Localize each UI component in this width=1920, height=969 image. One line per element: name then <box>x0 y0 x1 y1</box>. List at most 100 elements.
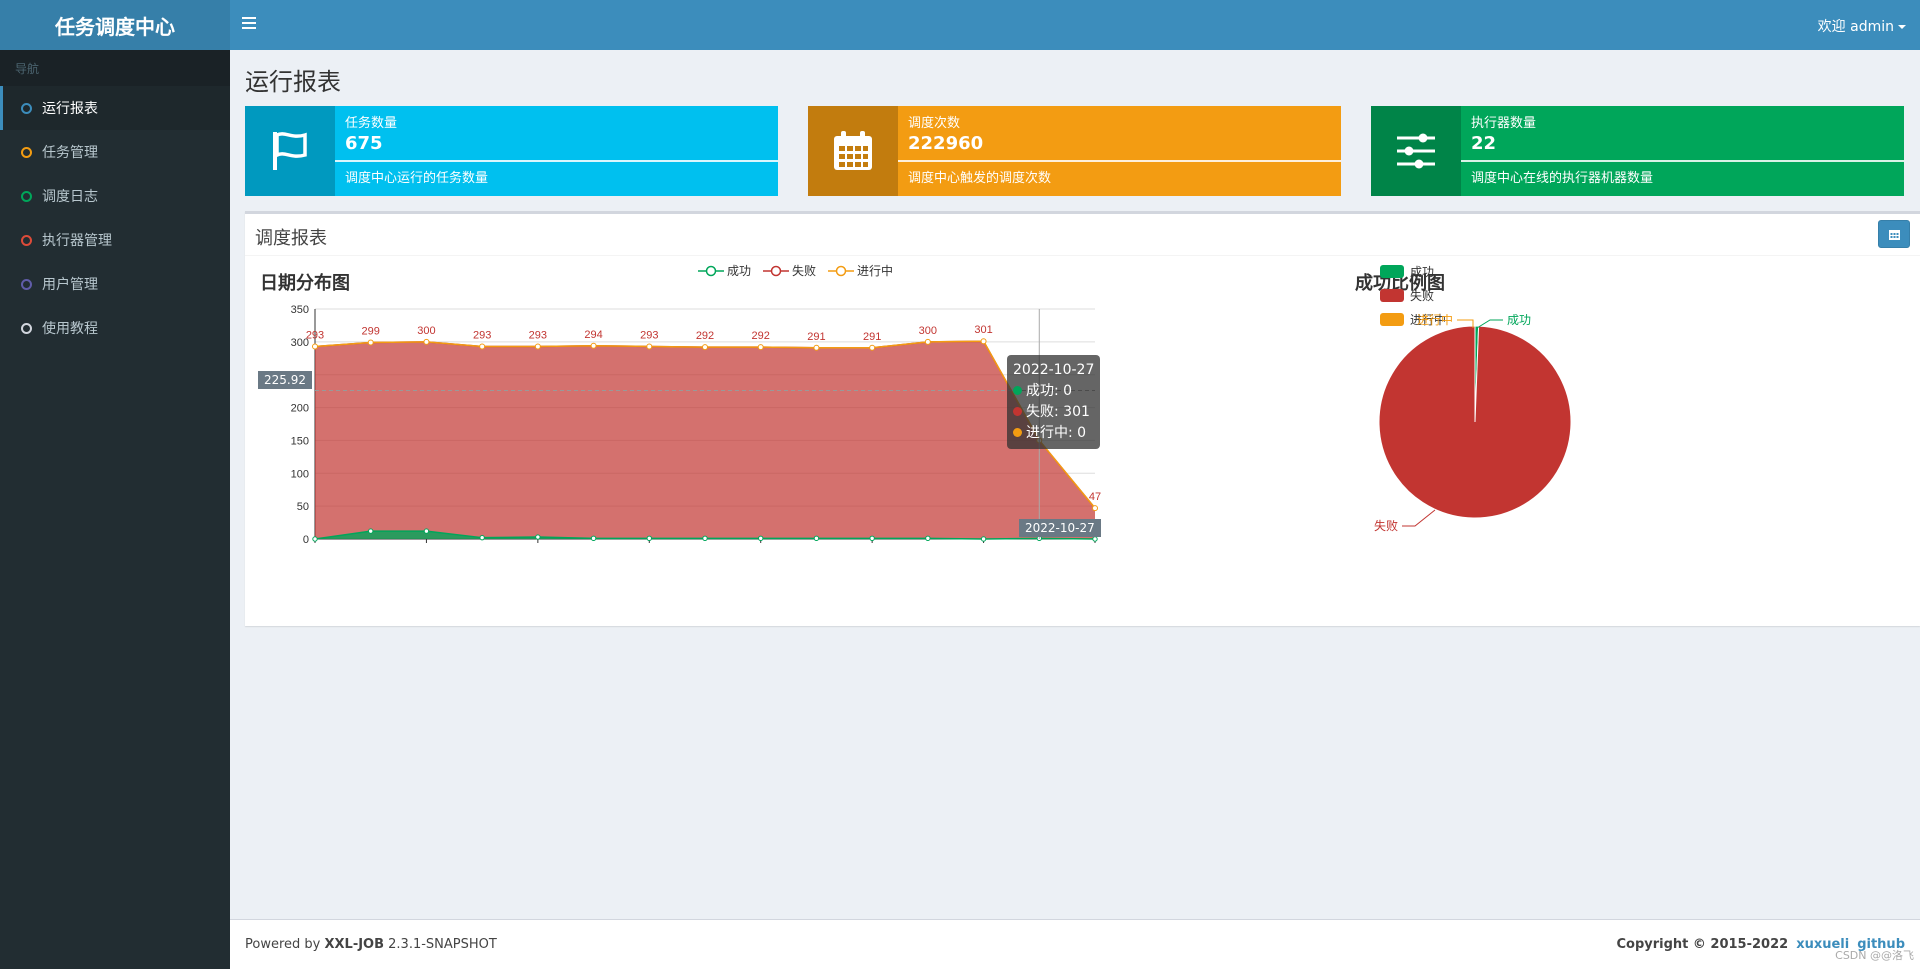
axis-pointer-x-label: 2022-10-27 <box>1019 519 1101 537</box>
data-label: 293 <box>306 329 324 341</box>
sidebar-item-3[interactable]: 执行器管理 <box>0 218 230 262</box>
data-point <box>980 536 987 542</box>
info-box-trigger-count: 调度次数 222960 调度中心触发的调度次数 <box>808 106 1341 196</box>
user-menu-label: 欢迎 admin <box>1817 19 1894 35</box>
data-point <box>1092 505 1098 512</box>
data-point <box>479 534 485 541</box>
sidebar-item-label: 任务管理 <box>42 145 98 161</box>
sidebar-item-5[interactable]: 使用教程 <box>0 306 230 350</box>
pie-label: 失败 <box>1374 518 1398 533</box>
sidebar-item-4[interactable]: 用户管理 <box>0 262 230 306</box>
y-tick-label: 100 <box>291 468 309 480</box>
y-tick-label: 50 <box>297 501 309 513</box>
success-ratio-chart[interactable]: 成功 进行中失败 <box>1285 314 1605 554</box>
data-point <box>368 528 374 534</box>
data-point <box>1092 536 1098 542</box>
sidebar-item-1[interactable]: 任务管理 <box>0 130 230 174</box>
legend-label: 失败 <box>1410 289 1435 303</box>
data-point <box>869 535 875 542</box>
caret-down-icon <box>1898 25 1906 29</box>
legend-swatch <box>1380 265 1404 278</box>
copyright-text: Copyright © 2015-2022 <box>1616 937 1789 952</box>
data-point <box>925 535 931 542</box>
page-title: 运行报表 <box>245 68 341 96</box>
sidebar-item-2[interactable]: 调度日志 <box>0 174 230 218</box>
pie-legend-item[interactable]: 成功 <box>1380 263 1434 280</box>
footer: Powered by XXL-JOB 2.3.1-SNAPSHOT Copyri… <box>230 919 1920 969</box>
app-logo[interactable]: 任务调度中心 <box>0 0 230 50</box>
fail-series-area <box>315 341 1095 539</box>
sidebar-item-label: 运行报表 <box>42 101 98 117</box>
legend-item[interactable]: 失败 <box>763 262 816 279</box>
data-point <box>757 344 764 351</box>
chart-tooltip: 2022-10-27 成功: 0 失败: 301 进行中: 0 <box>1007 355 1101 449</box>
info-number: 22 <box>1471 133 1497 154</box>
axis-pointer-y-label: 225.92 <box>258 371 312 389</box>
user-menu[interactable]: 欢迎 admin <box>1818 16 1906 36</box>
tooltip-row-success: 成功: 0 <box>1013 381 1094 402</box>
data-point <box>535 534 541 540</box>
legend-label: 成功 <box>1410 265 1435 279</box>
data-point <box>590 342 597 349</box>
info-box-executor-count: 执行器数量 22 调度中心在线的执行器机器数量 <box>1371 106 1904 196</box>
circle-icon <box>21 102 32 114</box>
data-point <box>758 535 764 542</box>
legend-line-icon <box>763 265 789 276</box>
data-label: 300 <box>919 325 937 337</box>
tooltip-date: 2022-10-27 <box>1013 362 1095 378</box>
tooltip-success: 成功: 0 <box>1026 383 1073 399</box>
sidebar-item-label: 用户管理 <box>42 277 98 293</box>
legend-swatch <box>1380 289 1404 302</box>
legend-label: 进行中 <box>857 264 894 278</box>
legend-line-icon <box>698 265 724 276</box>
y-tick-label: 350 <box>291 304 309 316</box>
flag-icon <box>245 106 335 196</box>
csdn-watermark: CSDN @@洛飞 <box>1835 949 1914 962</box>
legend-label: 失败 <box>792 264 817 278</box>
pie-legend-item[interactable]: 失败 <box>1380 287 1434 304</box>
sidebar-toggle-icon[interactable] <box>242 14 262 34</box>
y-tick-label: 0 <box>303 534 309 544</box>
progress-bar <box>898 160 1341 162</box>
data-point <box>590 535 597 542</box>
calendar-icon <box>808 106 898 196</box>
data-label: 291 <box>863 331 881 343</box>
sidebar-menu: 运行报表任务管理调度日志 执行器管理用户管理使用教程 <box>0 86 230 350</box>
data-point <box>813 344 820 351</box>
data-label: 300 <box>417 325 435 337</box>
data-point <box>534 343 541 350</box>
data-point <box>813 535 820 542</box>
data-label: 293 <box>473 329 491 341</box>
data-point <box>702 535 708 542</box>
powered-prefix: Powered by <box>245 937 325 952</box>
date-chart-title: 日期分布图 <box>260 273 350 294</box>
circle-icon <box>21 146 32 158</box>
pie-label: 进行中 <box>1417 314 1453 327</box>
tooltip-row-fail: 失败: 301 <box>1013 402 1094 423</box>
top-navbar: 欢迎 admin <box>230 0 1920 50</box>
y-tick-label: 200 <box>291 403 309 415</box>
info-label: 任务数量 <box>345 116 398 131</box>
report-box: 调度报表 日期分布图 成功比例图 成功 失败 进行中 成功 失败 进行中 0 50 100 1… <box>245 211 1920 626</box>
info-label: 调度次数 <box>908 116 961 131</box>
sidebar-item-0[interactable]: 运行报表 <box>0 86 230 130</box>
data-label: 47 <box>1089 491 1101 503</box>
sidebar-item-label: 使用教程 <box>42 321 98 337</box>
circle-icon <box>21 278 32 290</box>
date-range-button[interactable] <box>1878 220 1910 248</box>
data-label: 291 <box>807 331 825 343</box>
sliders-icon <box>1371 106 1461 196</box>
progress-bar <box>1461 160 1904 162</box>
data-point <box>924 338 931 345</box>
legend-line-icon <box>828 265 854 276</box>
y-tick-label: 150 <box>291 435 309 447</box>
product-version: 2.3.1-SNAPSHOT <box>384 937 497 952</box>
info-label: 执行器数量 <box>1471 116 1537 131</box>
info-desc: 调度中心在线的执行器机器数量 <box>1471 171 1654 186</box>
data-point <box>869 344 876 351</box>
legend-item[interactable]: 成功 <box>698 262 751 279</box>
sidebar: 导航 运行报表 任务管理 调度日志 执行器管理 用户管理 使用教程 <box>0 50 230 969</box>
report-title: 调度报表 <box>255 228 327 249</box>
footer-powered: Powered by XXL-JOB 2.3.1-SNAPSHOT <box>245 937 497 952</box>
legend-item[interactable]: 进行中 <box>828 262 893 279</box>
